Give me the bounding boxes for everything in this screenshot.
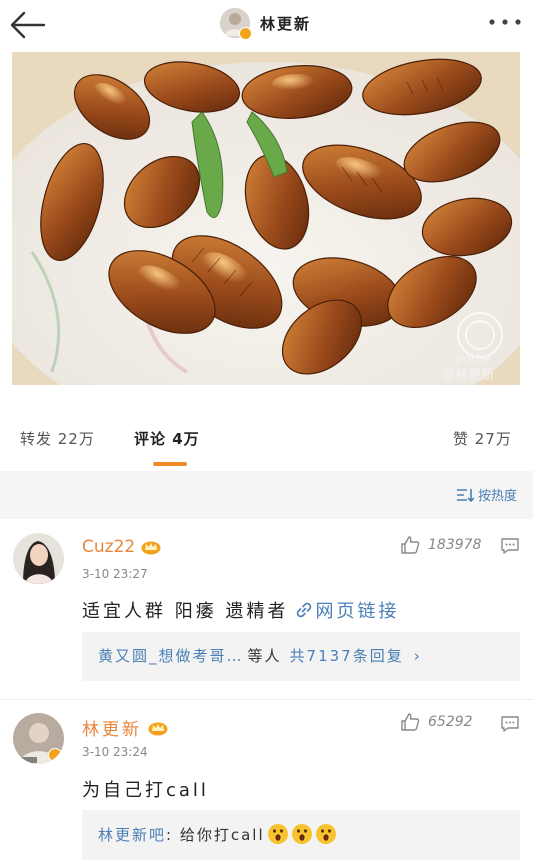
thumb-up-icon (401, 713, 420, 731)
reply-body: : 给你打call (166, 825, 265, 844)
watermark-handle: @林更新 (442, 368, 495, 383)
crown-icon (148, 722, 168, 735)
reply-preview-text: 林更新吧 : 给你打call (98, 823, 337, 845)
sort-icon (456, 488, 474, 502)
chevron-right-icon: › (413, 646, 422, 665)
comment-author-name[interactable]: Cuz22 (82, 537, 135, 557)
crown-icon (141, 541, 161, 555)
shocked-face-icon (315, 824, 336, 844)
silkworm-pupae-dish-image (12, 52, 520, 385)
thumb-up-icon (401, 536, 420, 554)
reply-author[interactable]: 林更新吧 (98, 824, 166, 845)
more-dots-icon[interactable] (487, 12, 523, 32)
comment-author[interactable]: 林更新 (82, 715, 168, 740)
comment-item: 林更新 3-10 23:24 65292 为自己打call 林更新吧 : 给你打… (0, 699, 533, 863)
avatar[interactable] (13, 713, 64, 764)
avatar[interactable] (13, 533, 64, 584)
tab-likes[interactable]: 赞 27万 (453, 428, 512, 449)
replies-count[interactable]: 共7137条回复 (290, 645, 404, 666)
active-tab-indicator (153, 462, 187, 466)
verified-badge-icon (239, 27, 252, 40)
link-icon (297, 602, 312, 618)
post-photo[interactable] (12, 52, 520, 385)
reply-comment-icon[interactable] (500, 537, 520, 555)
sort-band (0, 471, 533, 519)
sort-button[interactable]: 按热度 (456, 485, 517, 504)
back-arrow-icon[interactable] (8, 8, 48, 42)
web-link[interactable]: 网页链接 (315, 597, 399, 623)
replies-summary[interactable]: 黄又圆_想做考哥… 等人 共7137条回复 › (82, 632, 520, 681)
comment-text: 为自己打call (82, 776, 209, 802)
comment-time: 3-10 23:27 (82, 567, 148, 581)
verified-badge-icon (48, 748, 62, 762)
like-count: 65292 (428, 714, 473, 730)
replies-summary-text: 黄又圆_想做考哥… 等人 共7137条回复 › (98, 645, 422, 666)
comment-body: 为自己打call (82, 780, 209, 801)
page-title: 林更新 (260, 14, 312, 33)
comment-author[interactable]: Cuz22 (82, 537, 161, 557)
stats-bar: 转发 22万 评论 4万 赞 27万 (0, 410, 533, 470)
comment-body: 适宜人群 阳痿 遗精者 (82, 601, 289, 622)
replies-first-author[interactable]: 黄又圆_想做考哥… (98, 645, 244, 666)
top-bar: 林更新 (0, 0, 533, 50)
comment-text: 适宜人群 阳痿 遗精者 网页链接 (82, 597, 399, 623)
tab-comments[interactable]: 评论 4万 (134, 428, 200, 449)
comment-item: Cuz22 3-10 23:27 183978 适宜人群 阳痿 遗精者 网页链接… (0, 519, 533, 699)
comment-time: 3-10 23:24 (82, 745, 148, 759)
replies-mid: 等人 (247, 647, 282, 665)
reply-comment-icon[interactable] (500, 715, 520, 733)
like-count: 183978 (428, 537, 482, 553)
header-user[interactable]: 林更新 (220, 6, 311, 40)
shocked-face-icon (291, 824, 312, 844)
like-button[interactable]: 183978 (400, 535, 481, 555)
tab-repost[interactable]: 转发 22万 (20, 428, 95, 449)
shocked-face-icon (267, 824, 288, 844)
sort-label: 按热度 (477, 489, 517, 504)
header-avatar[interactable] (220, 8, 252, 40)
like-button[interactable]: 65292 (400, 712, 473, 732)
comment-author-name[interactable]: 林更新 (82, 715, 142, 740)
reply-preview[interactable]: 林更新吧 : 给你打call (82, 810, 520, 860)
